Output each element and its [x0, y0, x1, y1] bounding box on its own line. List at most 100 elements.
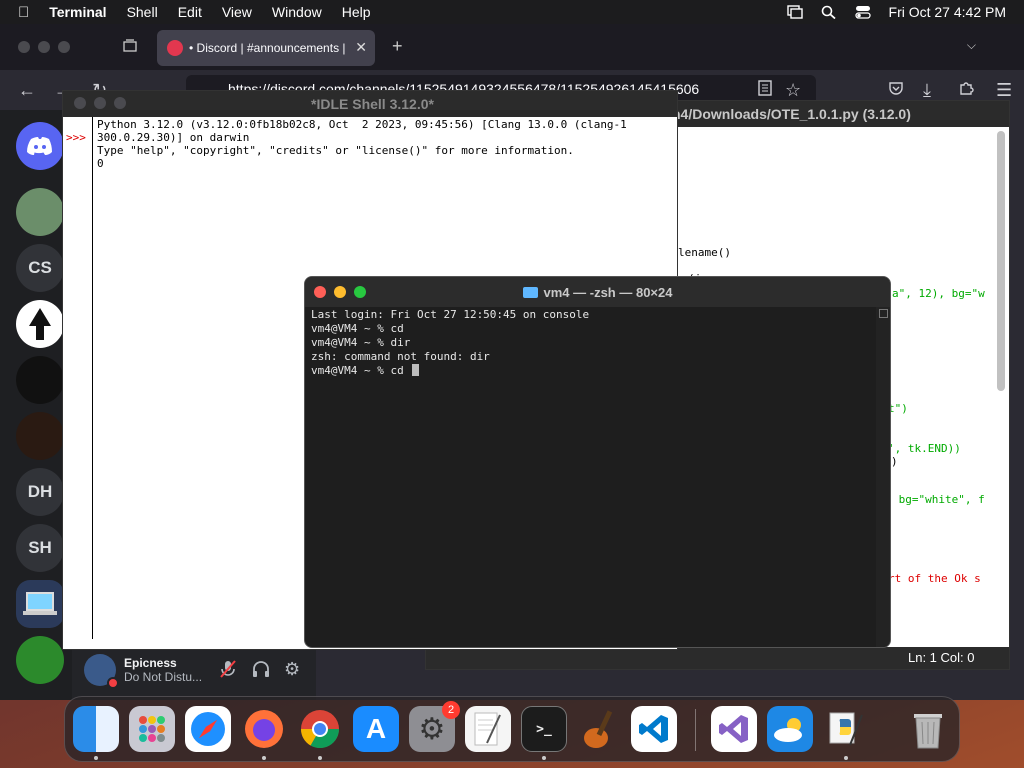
- dnd-status-icon: [107, 677, 119, 689]
- python-idle-icon[interactable]: [823, 706, 869, 752]
- shell-input-line[interactable]: 0: [97, 157, 104, 170]
- visual-studio-icon[interactable]: [711, 706, 757, 752]
- terminal-line: vm4@VM4 ~ % cd: [311, 322, 404, 335]
- garageband-icon[interactable]: [577, 706, 623, 752]
- headphones-icon[interactable]: [252, 660, 270, 683]
- shell-output-line: Type "help", "copyright", "credits" or "…: [97, 144, 574, 157]
- menu-help[interactable]: Help: [342, 4, 371, 20]
- menu-view[interactable]: View: [222, 4, 252, 20]
- hamburger-menu-icon[interactable]: ☰: [996, 80, 1012, 101]
- zoom-window-button[interactable]: [354, 286, 366, 298]
- code-line: ): [891, 455, 898, 468]
- weather-icon[interactable]: [767, 706, 813, 752]
- zoom-window-button[interactable]: [114, 97, 126, 109]
- shell-output-line: Python 3.12.0 (v3.12.0:0fb18b02c8, Oct 2…: [97, 118, 627, 131]
- minimize-window-button[interactable]: [38, 41, 50, 53]
- terminal-title: vm4 — -zsh — 80×24: [543, 284, 673, 300]
- discord-favicon-icon: [167, 40, 183, 56]
- server-dh[interactable]: DH: [16, 468, 64, 516]
- safari-icon[interactable]: [185, 706, 231, 752]
- server-arrow-icon[interactable]: [16, 300, 64, 348]
- editor-scrollbar[interactable]: [997, 131, 1005, 391]
- trash-icon[interactable]: [905, 706, 951, 752]
- back-arrow-icon[interactable]: ←: [18, 80, 36, 101]
- terminal-title-bar: vm4 — -zsh — 80×24: [305, 277, 890, 307]
- system-settings-icon[interactable]: ⚙ 2: [409, 701, 460, 752]
- server-minecraft-icon[interactable]: [16, 188, 64, 236]
- menu-shell[interactable]: Shell: [127, 4, 158, 20]
- server-windows-xp-icon[interactable]: [16, 636, 64, 684]
- server-laptop-icon[interactable]: [16, 580, 64, 628]
- running-indicator: [318, 756, 322, 760]
- tab-groups-icon[interactable]: [122, 37, 138, 58]
- close-window-button[interactable]: [74, 97, 86, 109]
- code-line: rt of the Ok s: [888, 572, 981, 585]
- terminal-line: zsh: command not found: dir: [311, 350, 490, 363]
- app-store-icon[interactable]: A: [353, 706, 399, 752]
- folder-icon: [522, 286, 538, 298]
- terminal-app-icon[interactable]: >_: [521, 706, 567, 752]
- server-sh[interactable]: SH: [16, 524, 64, 572]
- tab-title: • Discord | #announcements | E: [189, 41, 349, 55]
- shell-output-line: 300.0.29.30)] on darwin: [97, 131, 250, 144]
- dock-separator: [695, 709, 696, 751]
- running-indicator: [94, 756, 98, 760]
- chevron-down-icon[interactable]: ⌵: [967, 38, 976, 53]
- textedit-icon[interactable]: [465, 706, 511, 752]
- minimize-window-button[interactable]: [334, 286, 346, 298]
- browser-tab-strip: • Discord | #announcements | E ✕ + ⌵: [0, 24, 1024, 70]
- server-cs[interactable]: CS: [16, 244, 64, 292]
- editor-status-bar: Ln: 1 Col: 0: [426, 647, 1009, 669]
- running-indicator: [262, 756, 266, 760]
- apple-menu-icon[interactable]: : [18, 4, 29, 21]
- shell-prompt: >>>: [66, 131, 86, 144]
- menu-window[interactable]: Window: [272, 4, 322, 20]
- vscode-icon[interactable]: [631, 706, 677, 752]
- screen-mirroring-icon[interactable]: [786, 5, 803, 19]
- server-g3d-blox-icon[interactable]: [16, 412, 64, 460]
- pocket-icon[interactable]: [888, 80, 904, 101]
- minimize-window-button[interactable]: [94, 97, 106, 109]
- terminal-input-line[interactable]: vm4@VM4 ~ % cd: [311, 364, 420, 377]
- running-indicator: [844, 756, 848, 760]
- tab-discord[interactable]: • Discord | #announcements | E ✕: [157, 30, 375, 66]
- firefox-icon[interactable]: [241, 706, 287, 752]
- close-window-button[interactable]: [314, 286, 326, 298]
- server-net-icon[interactable]: [16, 356, 64, 404]
- shell-title: *IDLE Shell 3.12.0*: [63, 91, 677, 117]
- bookmark-star-icon[interactable]: ☆: [785, 80, 801, 101]
- control-center-icon[interactable]: [854, 5, 871, 19]
- downloads-icon[interactable]: ⤓: [923, 80, 931, 101]
- shell-gutter: [63, 117, 93, 639]
- dock: A ⚙ 2 >_: [64, 696, 960, 762]
- discord-home-icon[interactable]: [16, 122, 64, 170]
- spotlight-search-icon[interactable]: [821, 5, 837, 20]
- menu-app-terminal[interactable]: Terminal: [49, 4, 106, 20]
- terminal-scrollbar[interactable]: [876, 307, 890, 647]
- launchpad-icon[interactable]: [129, 706, 175, 752]
- menu-bar:  Terminal Shell Edit View Window Help F…: [0, 0, 1024, 24]
- avatar[interactable]: [84, 654, 119, 689]
- close-tab-icon[interactable]: ✕: [355, 39, 367, 56]
- new-tab-icon[interactable]: +: [392, 36, 403, 57]
- text-cursor: [412, 364, 420, 376]
- menubar-clock[interactable]: Fri Oct 27 4:42 PM: [889, 4, 1006, 20]
- code-line: a", 12), bg="w: [892, 287, 985, 300]
- extensions-icon[interactable]: [958, 80, 974, 101]
- code-line: ', tk.END)): [888, 442, 961, 455]
- running-indicator: [542, 756, 546, 760]
- close-window-button[interactable]: [18, 41, 30, 53]
- scrollbar-button[interactable]: [879, 309, 888, 318]
- terminal-line: Last login: Fri Oct 27 12:50:45 on conso…: [311, 308, 590, 321]
- terminal-prompt: vm4@VM4 ~ % cd: [311, 364, 411, 377]
- mute-microphone-icon[interactable]: [220, 660, 236, 683]
- gear-icon[interactable]: ⚙: [284, 659, 300, 680]
- finder-icon[interactable]: [73, 706, 119, 752]
- menu-edit[interactable]: Edit: [178, 4, 202, 20]
- chrome-icon[interactable]: [297, 706, 343, 752]
- code-line: lename(): [678, 246, 731, 259]
- reader-view-icon[interactable]: [758, 80, 772, 101]
- notification-badge: 2: [442, 701, 460, 719]
- zoom-window-button[interactable]: [58, 41, 70, 53]
- terminal-line: vm4@VM4 ~ % dir: [311, 336, 411, 349]
